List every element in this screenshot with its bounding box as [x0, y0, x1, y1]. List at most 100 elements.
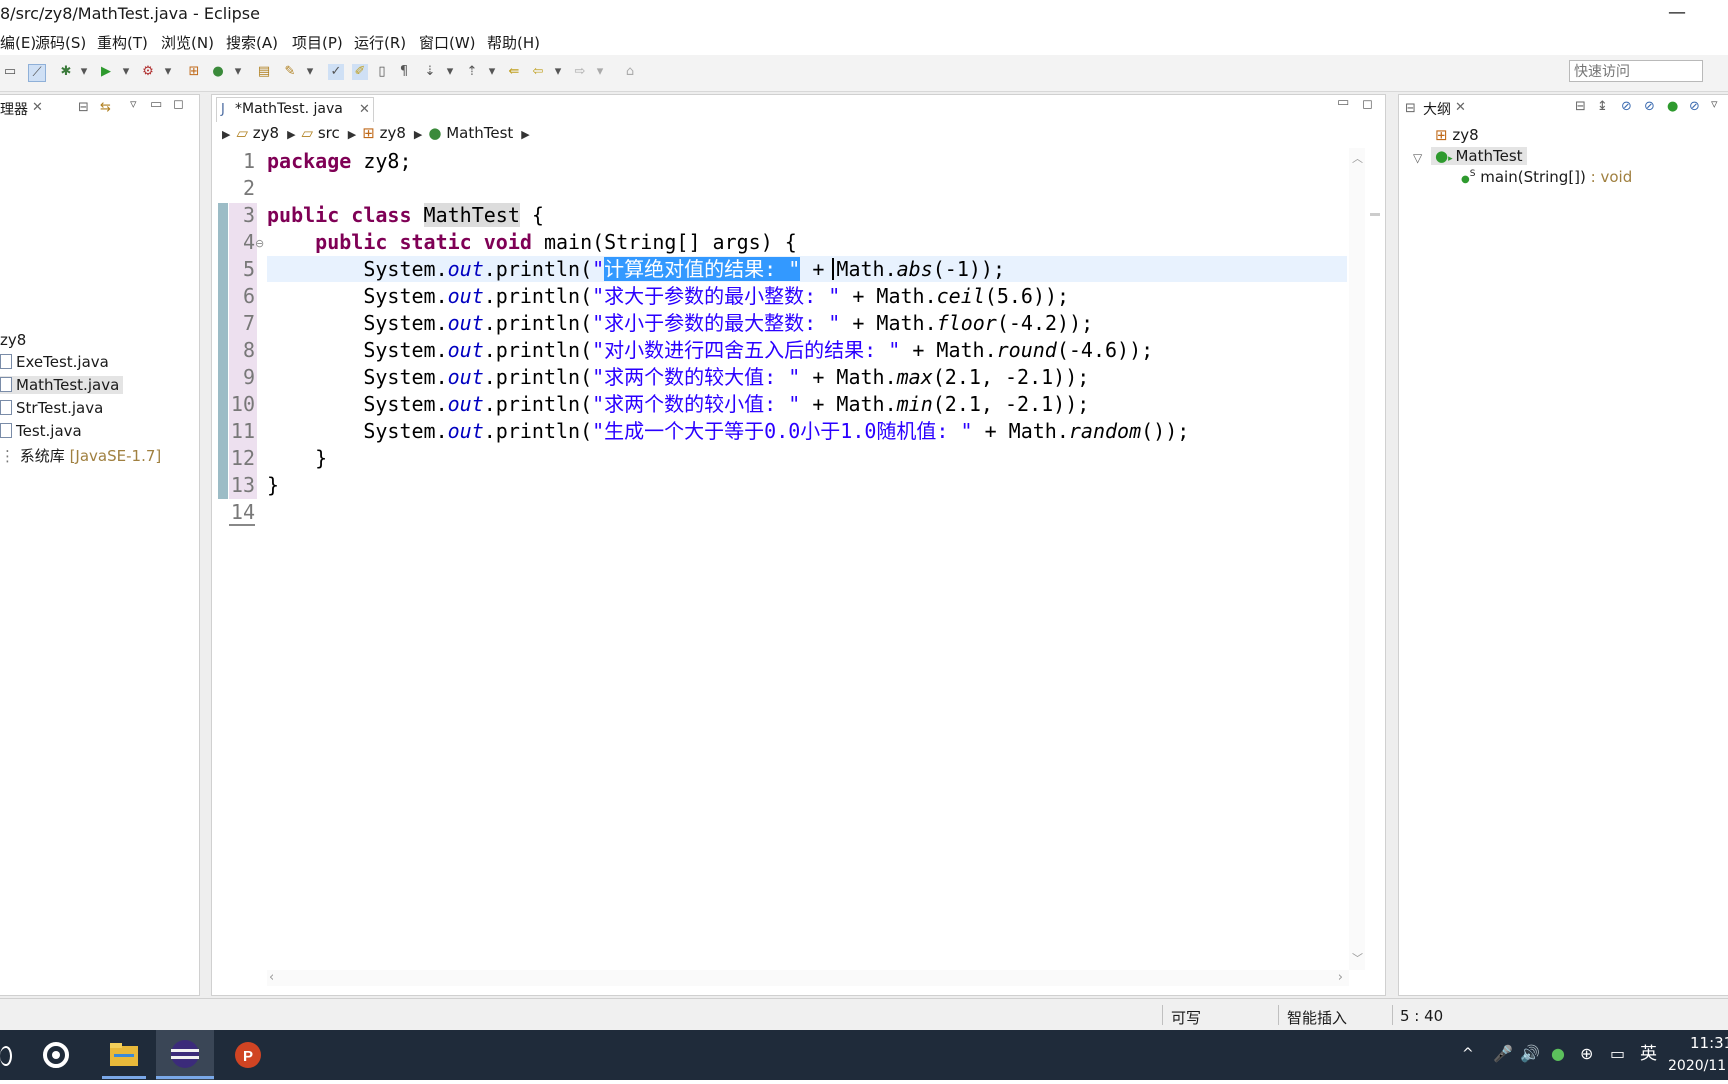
- run-icon[interactable]: ▶: [98, 64, 114, 80]
- outline-icon: ⊟: [1405, 101, 1416, 116]
- chevron-down-icon[interactable]: ▾: [592, 64, 608, 80]
- outline-class-node[interactable]: ●▸ MathTest: [1431, 147, 1527, 165]
- outline-tab[interactable]: 大纲: [1423, 99, 1451, 119]
- minimize-icon[interactable]: ▭: [1337, 95, 1349, 111]
- forward-icon[interactable]: ⇨: [572, 64, 588, 80]
- close-icon[interactable]: ✕: [1455, 100, 1466, 116]
- ime-indicator[interactable]: 英: [1640, 1045, 1657, 1063]
- close-icon[interactable]: ✕: [32, 100, 43, 116]
- scroll-up-icon[interactable]: ︿: [1352, 150, 1363, 166]
- collapse-all-icon[interactable]: ⊟: [1575, 99, 1586, 115]
- chevron-down-icon[interactable]: ▾: [442, 64, 458, 80]
- maximize-icon[interactable]: ◻: [173, 97, 184, 113]
- pin-editor-icon[interactable]: ⌂: [622, 64, 638, 80]
- hide-local-types-icon[interactable]: ⊘: [1689, 99, 1700, 115]
- file-explorer-icon[interactable]: [102, 1034, 146, 1076]
- menu-edit[interactable]: 编(E): [0, 32, 36, 53]
- chevron-down-icon[interactable]: ▾: [302, 64, 318, 80]
- last-edit-icon[interactable]: ⇚: [506, 64, 522, 80]
- menu-search[interactable]: 搜索(A): [226, 32, 278, 53]
- chevron-down-icon[interactable]: ▾: [160, 64, 176, 80]
- battery-icon[interactable]: ▭: [1610, 1045, 1625, 1063]
- menu-refactor[interactable]: 重构(T): [97, 32, 148, 53]
- editor-tab[interactable]: J *MathTest. java ✕: [216, 97, 374, 122]
- powerpoint-icon[interactable]: P: [226, 1034, 270, 1076]
- horizontal-scrollbar[interactable]: ‹ ›: [267, 970, 1349, 986]
- skip-breakpoints-icon[interactable]: ⟋: [28, 64, 46, 82]
- menu-window[interactable]: 窗口(W): [419, 32, 476, 53]
- link-with-editor-icon[interactable]: ⇆: [100, 100, 111, 116]
- package-explorer-tab[interactable]: 理器: [0, 99, 28, 119]
- close-icon[interactable]: ✕: [359, 102, 370, 118]
- menu-source[interactable]: 源码(S): [35, 32, 86, 53]
- new-package-icon[interactable]: ⊞: [186, 64, 202, 80]
- show-whitespace-icon[interactable]: ¶: [396, 64, 412, 80]
- jre-library-node[interactable]: ⋮ 系统库 [JavaSE-1.7]: [0, 445, 161, 466]
- breadcrumb-src[interactable]: ▱ src: [302, 124, 340, 142]
- outline-method-node[interactable]: ●S main(String[]) : void: [1461, 168, 1632, 186]
- line-number: 7: [242, 311, 255, 335]
- menu-project[interactable]: 项目(P): [292, 32, 343, 53]
- tray-up-icon[interactable]: ^: [1462, 1045, 1474, 1063]
- debug-icon[interactable]: ✱: [58, 64, 74, 80]
- file-node-exetest[interactable]: ExeTest.java: [0, 353, 109, 371]
- menu-navigate[interactable]: 浏览(N): [161, 32, 214, 53]
- back-icon[interactable]: ⇦: [530, 64, 546, 80]
- view-menu-icon[interactable]: ▿: [1711, 97, 1718, 113]
- file-node-test[interactable]: Test.java: [0, 422, 82, 440]
- block-selection-icon[interactable]: ▯: [374, 64, 390, 80]
- network-icon[interactable]: ⊕: [1580, 1045, 1593, 1063]
- chevron-down-icon[interactable]: ▾: [76, 64, 92, 80]
- highlight-icon[interactable]: ✐: [352, 64, 368, 80]
- next-annotation-icon[interactable]: ⇣: [422, 64, 438, 80]
- outline-package-node[interactable]: ⊞ zy8: [1435, 126, 1479, 144]
- hide-static-icon[interactable]: ⊘: [1644, 99, 1655, 115]
- maximize-icon[interactable]: ◻: [1362, 97, 1373, 113]
- search-icon[interactable]: [0, 1046, 12, 1066]
- toggle-mark-occurrences-icon[interactable]: ✓: [328, 64, 344, 80]
- clock-date[interactable]: 2020/11: [1668, 1058, 1726, 1074]
- chevron-down-icon[interactable]: ▾: [484, 64, 500, 80]
- scroll-left-icon[interactable]: ‹: [269, 970, 274, 985]
- wechat-icon[interactable]: ●: [1551, 1045, 1565, 1063]
- active-indicator: [156, 1076, 214, 1079]
- minimize-icon[interactable]: ▭: [150, 97, 162, 113]
- code-line-10: System.out.println("求两个数的较小值: " + Math.m…: [267, 392, 1090, 416]
- print-icon[interactable]: ▭: [2, 64, 18, 80]
- new-class-icon[interactable]: ●: [210, 64, 226, 80]
- minimize-button[interactable]: —: [1662, 0, 1692, 28]
- hide-fields-icon[interactable]: ⊘: [1621, 99, 1632, 115]
- chevron-down-icon[interactable]: ▾: [550, 64, 566, 80]
- chevron-down-icon[interactable]: ▾: [230, 64, 246, 80]
- view-menu-icon[interactable]: ▿: [130, 97, 137, 113]
- change-ruler: [218, 203, 228, 499]
- project-node[interactable]: zy8: [0, 331, 26, 349]
- previous-annotation-icon[interactable]: ⇡: [464, 64, 480, 80]
- breadcrumb-class[interactable]: ● MathTest: [428, 124, 513, 142]
- microphone-icon[interactable]: 🎤: [1493, 1045, 1513, 1063]
- app-swirl-icon[interactable]: [34, 1034, 78, 1076]
- open-type-icon[interactable]: ▤: [256, 64, 272, 80]
- file-node-strtest[interactable]: StrTest.java: [0, 399, 103, 417]
- clock-time[interactable]: 11:31: [1690, 1034, 1728, 1052]
- quick-access-input[interactable]: [1569, 60, 1703, 82]
- scroll-right-icon[interactable]: ›: [1338, 970, 1343, 985]
- fold-collapse-icon[interactable]: ⊖: [255, 237, 264, 250]
- chevron-down-icon[interactable]: ▾: [118, 64, 134, 80]
- breadcrumb-project[interactable]: ▱ zy8: [236, 124, 279, 142]
- collapse-all-icon[interactable]: ⊟: [78, 100, 89, 116]
- scroll-down-icon[interactable]: ﹀: [1352, 950, 1363, 966]
- breadcrumb-package[interactable]: ⊞ zy8: [362, 124, 406, 142]
- search-icon[interactable]: ✎: [282, 64, 298, 80]
- chevron-down-icon[interactable]: ▽: [1413, 150, 1422, 166]
- vertical-scrollbar[interactable]: ︿ ﹀: [1349, 148, 1365, 970]
- menu-help[interactable]: 帮助(H): [487, 32, 540, 53]
- file-node-mathtest[interactable]: MathTest.java: [0, 376, 124, 394]
- hide-nonpublic-icon[interactable]: ●: [1667, 99, 1678, 115]
- menu-run[interactable]: 运行(R): [354, 32, 406, 53]
- status-separator: [1278, 1005, 1279, 1025]
- external-tools-icon[interactable]: ⚙: [140, 64, 156, 80]
- sort-icon[interactable]: ↨: [1597, 99, 1608, 115]
- volume-icon[interactable]: 🔊: [1520, 1045, 1540, 1063]
- eclipse-taskbar-button[interactable]: [156, 1030, 214, 1080]
